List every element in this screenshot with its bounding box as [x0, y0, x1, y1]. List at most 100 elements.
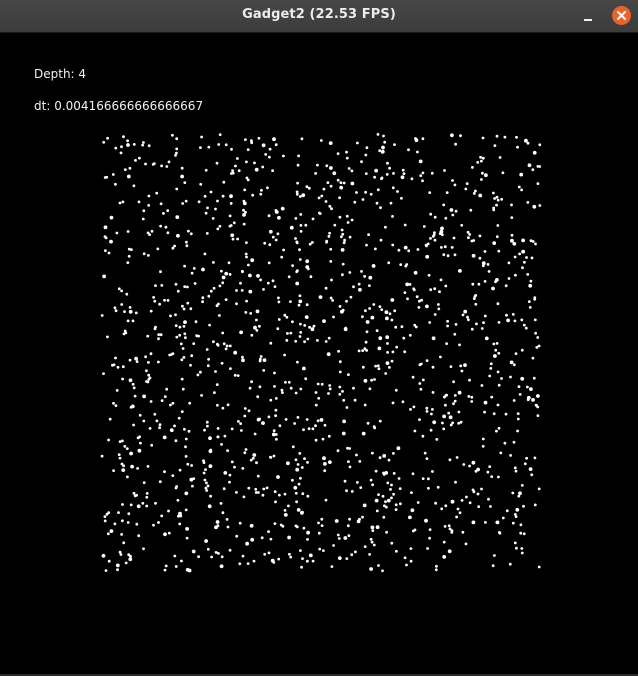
particle: [201, 267, 205, 272]
particle: [214, 207, 217, 211]
close-button[interactable]: [612, 6, 631, 25]
particle: [336, 533, 340, 537]
particle: [493, 144, 497, 147]
particle: [522, 532, 526, 536]
particle: [490, 475, 494, 478]
particle: [293, 485, 298, 490]
particle: [123, 310, 126, 313]
particle: [109, 239, 113, 244]
particle: [103, 515, 107, 518]
particle: [350, 490, 354, 493]
particle: [128, 358, 132, 362]
particle: [233, 350, 238, 355]
particle: [115, 231, 119, 235]
particle: [388, 166, 391, 170]
particle: [483, 250, 487, 253]
particle: [327, 336, 331, 340]
particle: [470, 395, 474, 399]
particle: [267, 415, 271, 419]
particle: [386, 481, 390, 485]
particle: [477, 282, 481, 286]
particle: [371, 451, 374, 455]
particle: [428, 321, 432, 324]
particle: [323, 462, 327, 466]
particle: [145, 369, 148, 373]
title-bar[interactable]: Gadget2 (22.53 FPS): [0, 0, 638, 33]
particle: [329, 184, 333, 188]
particle: [439, 355, 442, 359]
particle: [338, 305, 342, 308]
particle: [256, 395, 260, 399]
particle: [512, 440, 516, 444]
particle: [300, 466, 304, 469]
simulation-canvas[interactable]: Depth: 4 dt: 0.004166666666666667: [0, 34, 638, 676]
particle: [169, 428, 174, 433]
particle: [500, 377, 503, 380]
particle: [253, 161, 256, 165]
particle: [322, 187, 326, 191]
particle: [444, 403, 447, 407]
particle: [286, 332, 289, 335]
particle: [336, 449, 340, 453]
particle: [450, 133, 454, 138]
particle: [391, 243, 395, 247]
particle: [533, 318, 537, 322]
particle: [148, 233, 152, 237]
particle: [364, 153, 368, 157]
particle: [305, 303, 309, 307]
particle: [298, 299, 303, 304]
particle: [274, 408, 278, 412]
particle: [147, 361, 150, 364]
particle: [508, 562, 512, 566]
particle: [410, 508, 415, 513]
particle: [232, 221, 236, 225]
particle: [330, 565, 334, 568]
particle: [332, 171, 337, 176]
particle: [450, 529, 454, 532]
particle: [155, 191, 159, 195]
particle: [408, 283, 412, 286]
particle: [428, 191, 432, 195]
particle: [226, 449, 230, 452]
particle: [400, 175, 405, 180]
particle: [361, 365, 365, 369]
particle: [324, 286, 328, 290]
particle: [467, 318, 470, 322]
particle: [348, 447, 351, 450]
particle: [395, 345, 399, 349]
particle: [233, 373, 237, 377]
particle: [348, 465, 352, 469]
particle: [516, 417, 520, 421]
particle: [368, 553, 371, 556]
particle: [209, 289, 213, 293]
particle: [208, 464, 213, 469]
particle: [442, 427, 446, 431]
particle: [206, 484, 210, 488]
particle: [244, 448, 248, 451]
particle: [454, 323, 458, 326]
particle: [402, 336, 406, 340]
particle: [218, 133, 222, 136]
particle: [299, 322, 302, 326]
particle: [480, 487, 483, 491]
particle: [372, 264, 375, 267]
particle: [329, 247, 333, 251]
particle: [305, 418, 309, 421]
particle: [267, 530, 270, 533]
particle: [158, 302, 162, 306]
particle: [131, 319, 135, 323]
minimize-button[interactable]: [578, 7, 598, 27]
particle: [328, 204, 332, 208]
particle: [342, 398, 346, 402]
particle: [261, 493, 265, 497]
particle: [196, 373, 200, 377]
particle: [118, 201, 122, 205]
particle: [403, 291, 407, 294]
particle: [274, 209, 278, 212]
particle: [365, 146, 369, 149]
particle: [179, 514, 183, 518]
particle: [421, 378, 425, 382]
particle: [355, 453, 358, 457]
particle: [277, 318, 281, 321]
particle: [273, 371, 276, 375]
